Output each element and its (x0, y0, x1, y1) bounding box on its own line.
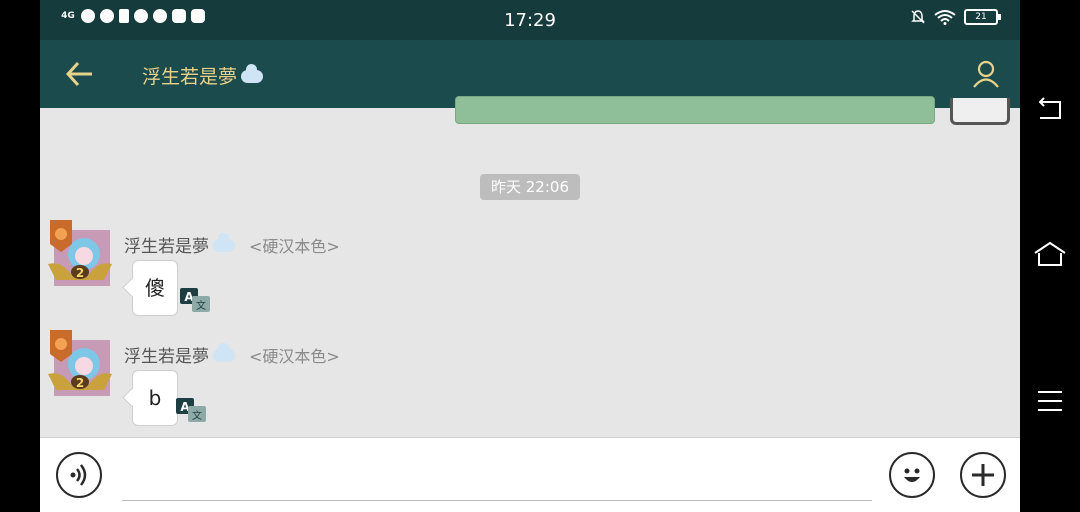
sender-tag: <硬汉本色> (249, 236, 340, 256)
svg-text:文: 文 (192, 409, 202, 422)
emoji-button[interactable] (889, 452, 935, 498)
avatar[interactable]: 2 (48, 330, 112, 400)
message-bubble[interactable]: 傻 (132, 260, 178, 316)
plus-icon (972, 464, 994, 486)
status-icons-right: 21 (910, 9, 1001, 25)
svg-text:文: 文 (196, 299, 206, 312)
status-bar: 4G 17:29 21 (40, 0, 1020, 40)
cloud-icon (213, 343, 235, 362)
more-button[interactable] (960, 452, 1006, 498)
mute-bell-icon (911, 10, 925, 24)
nav-back-icon[interactable] (1032, 96, 1068, 126)
svg-text:2: 2 (76, 376, 84, 390)
person-icon[interactable] (972, 60, 1000, 88)
sender-name: 浮生若是夢 (124, 237, 209, 257)
message-input[interactable] (122, 498, 872, 501)
voice-icon (70, 464, 87, 486)
nav-menu-icon[interactable] (1032, 386, 1068, 416)
wifi-icon (934, 10, 956, 25)
emoji-icon (904, 468, 920, 482)
voice-button[interactable] (56, 452, 102, 498)
message-bubble[interactable]: b (132, 370, 178, 426)
sender-tag: <硬汉本色> (249, 346, 340, 366)
sender-name: 浮生若是夢 (124, 347, 209, 367)
arrow-left-icon[interactable] (64, 59, 96, 89)
previous-avatar (950, 98, 1010, 125)
sender-row: 浮生若是夢 <硬汉本色> (124, 342, 340, 367)
cloud-icon (241, 64, 264, 83)
status-time: 17:29 (504, 10, 556, 31)
chat-title-text: 浮生若是夢 (142, 66, 238, 88)
system-nav-bar (1020, 0, 1080, 512)
phone-screen: 4G 17:29 21 浮生若是夢 昨天 22:06 2 浮生若是夢 <硬汉本色… (40, 0, 1020, 512)
message-timestamp: 昨天 22:06 (480, 174, 580, 200)
battery-icon: 21 (964, 9, 1001, 25)
chat-title: 浮生若是夢 (142, 62, 264, 89)
input-bar (40, 437, 1020, 512)
svg-text:2: 2 (76, 266, 84, 280)
nav-home-icon[interactable] (1032, 240, 1068, 270)
previous-message-bubble[interactable] (455, 96, 935, 124)
sender-row: 浮生若是夢 <硬汉本色> (124, 232, 340, 257)
cloud-icon (213, 233, 235, 252)
translate-icon[interactable]: A 文 (180, 288, 210, 312)
translate-icon[interactable]: A 文 (176, 398, 206, 422)
avatar[interactable]: 2 (48, 220, 112, 290)
